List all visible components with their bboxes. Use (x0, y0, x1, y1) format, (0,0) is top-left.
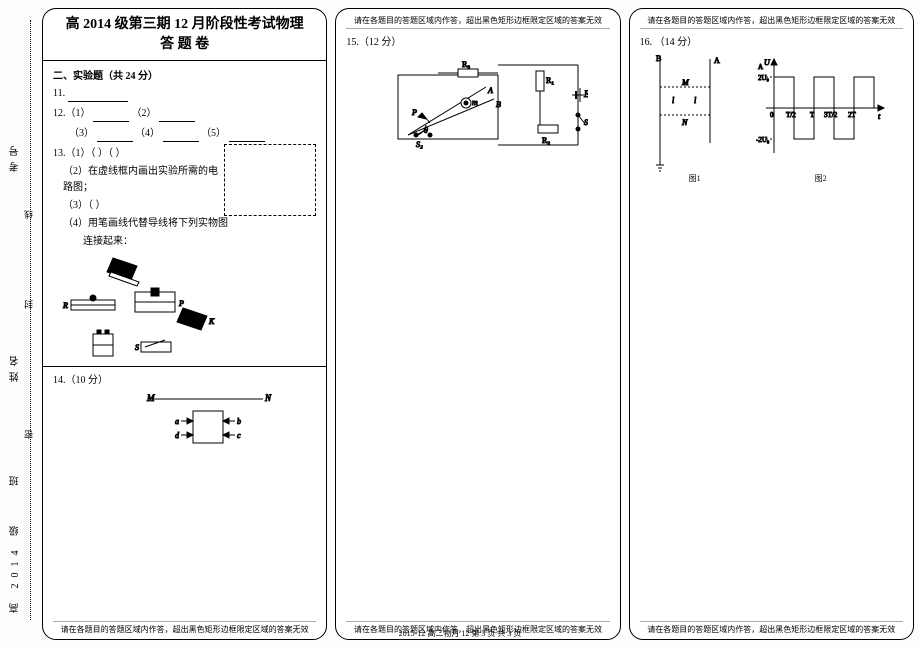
svg-text:E: E (583, 89, 588, 99)
q12-row2: （3） （4） （5） (53, 126, 316, 142)
q14-label: 14.（10 分） (53, 373, 316, 389)
svg-text:-2U₀: -2U₀ (756, 136, 770, 144)
q12-blank-5[interactable] (229, 131, 265, 142)
column-1: 高 2014 级第三期 12 月阶段性考试物理 答 题 卷 二、实验题（共 24… (42, 8, 327, 640)
svg-text:U: U (764, 58, 771, 67)
binding-seal: 密 (22, 430, 35, 439)
svg-text:P: P (178, 299, 184, 308)
page: 高 2014 级 班 密 姓名 封 线 考号 高 2014 级第三期 12 月阶… (0, 0, 920, 640)
svg-text:0: 0 (770, 111, 774, 119)
column-2-inner: 请在各题目的答题区域内作答，超出黑色矩形边框限定区域的答案无效 15.（12 分… (336, 9, 619, 639)
q12-5: （5） (201, 128, 226, 139)
col2-header: 请在各题目的答题区域内作答，超出黑色矩形边框限定区域的答案无效 (346, 15, 609, 29)
svg-text:R₁: R₁ (546, 76, 554, 85)
svg-text:2U₀: 2U₀ (758, 74, 770, 82)
binding-number: 考号 (8, 140, 23, 172)
svg-text:b: b (237, 417, 241, 426)
q13-4b: 连接起来： (53, 234, 316, 250)
svg-text:2T: 2T (848, 111, 857, 119)
svg-text:B: B (496, 100, 501, 109)
q16-figures: B A M N l l (640, 53, 903, 184)
q11-label: 11. (53, 88, 65, 99)
fig2-label: 图2 (756, 173, 886, 184)
q15-label: 15.（12 分） (346, 35, 609, 51)
binding-line: 线 (22, 210, 35, 219)
svg-text:3T/2: 3T/2 (824, 111, 838, 119)
svg-text:S₁: S₁ (584, 118, 588, 127)
column-3: 请在各题目的答题区域内作答，超出黑色矩形边框限定区域的答案无效 16. （14 … (629, 8, 914, 640)
binding-grade: 高 2014 级 (8, 520, 23, 613)
svg-text:S₂: S₂ (416, 140, 423, 149)
q16-label: 16. （14 分） (640, 35, 903, 51)
q16-fig1: B A M N l l (640, 53, 750, 173)
q12-blank-1[interactable] (93, 111, 129, 122)
columns: 高 2014 级第三期 12 月阶段性考试物理 答 题 卷 二、实验题（共 24… (42, 0, 920, 640)
binding-fold: 封 (22, 300, 35, 309)
binding-dotted-line (30, 20, 31, 620)
svg-text:l: l (694, 96, 697, 105)
svg-text:R₃: R₃ (462, 60, 470, 69)
svg-text:T/2: T/2 (786, 111, 796, 119)
q12-blank-4[interactable] (163, 131, 199, 142)
circuit-drawing-box[interactable] (224, 144, 316, 216)
q14-diagram: M N a b d c (143, 391, 283, 461)
column-3-inner: 请在各题目的答题区域内作答，超出黑色矩形边框限定区域的答案无效 16. （14 … (630, 9, 913, 639)
q12-label: 12.（1） (53, 108, 91, 119)
svg-text:t: t (878, 112, 881, 121)
svg-text:K: K (208, 317, 215, 326)
q11-blank[interactable] (68, 91, 128, 102)
svg-text:T: T (810, 111, 815, 119)
fig1-label: 图1 (640, 173, 750, 184)
col3-header: 请在各题目的答题区域内作答，超出黑色矩形边框限定区域的答案无效 (640, 15, 903, 29)
svg-text:N: N (681, 118, 688, 127)
svg-text:a: a (175, 417, 179, 426)
svg-text:R₂: R₂ (542, 136, 550, 145)
svg-text:m: m (472, 98, 478, 107)
binding-class: 班 (8, 470, 23, 486)
svg-text:A: A (758, 63, 763, 71)
svg-text:d: d (175, 431, 180, 440)
svg-text:R: R (62, 301, 68, 310)
column-1-inner: 高 2014 级第三期 12 月阶段性考试物理 答 题 卷 二、实验题（共 24… (43, 9, 326, 639)
svg-text:B: B (656, 54, 661, 63)
svg-text:N: N (264, 393, 272, 403)
svg-text:l: l (672, 96, 675, 105)
binding-name: 姓名 (8, 350, 23, 382)
svg-text:P: P (411, 108, 417, 117)
q12-blank-3[interactable] (97, 131, 133, 142)
q12-4: （4） (135, 128, 160, 139)
fig1-wrap: B A M N l l (640, 53, 750, 184)
svg-text:M: M (146, 393, 155, 403)
svg-text:S: S (135, 343, 139, 352)
exam-title-line1: 高 2014 级第三期 12 月阶段性考试物理 (53, 15, 316, 35)
q13-4a: （4）用笔画线代替导线将下列实物图 (53, 216, 316, 232)
q15-circuit-diagram: R₁ E S₁ R₂ (368, 55, 588, 165)
svg-text:A: A (714, 56, 720, 65)
column-2: 请在各题目的答题区域内作答，超出黑色矩形边框限定区域的答案无效 15.（12 分… (335, 8, 620, 640)
exam-title-line2: 答 题 卷 (53, 35, 316, 55)
svg-text:A: A (487, 86, 493, 95)
q12-row1: 12.（1） （2） (53, 106, 316, 122)
q12-3: （3） (69, 128, 94, 139)
svg-text:M: M (681, 78, 690, 87)
q12-2: （2） (132, 108, 157, 119)
q13-block: 13.（1）（ ）（ ） （2）在虚线框内画出实验所需的电路图； （3）（ ） … (53, 144, 316, 252)
svg-text:c: c (237, 431, 241, 440)
page-footer: 2015-12 高二物月 12 第 3 页 共 3 页 (0, 628, 920, 640)
q11: 11. (53, 86, 316, 102)
section-2-heading: 二、实验题（共 24 分） (53, 67, 316, 82)
svg-text:θ: θ (424, 126, 428, 135)
apparatus-diagram: R P K (53, 252, 233, 362)
fig2-wrap: U A t 2U₀ -2U₀ 0 (756, 53, 886, 184)
binding-margin: 高 2014 级 班 密 姓名 封 线 考号 (0, 0, 42, 640)
q16-fig2: U A t 2U₀ -2U₀ 0 (756, 53, 886, 173)
q12-blank-2[interactable] (159, 111, 195, 122)
